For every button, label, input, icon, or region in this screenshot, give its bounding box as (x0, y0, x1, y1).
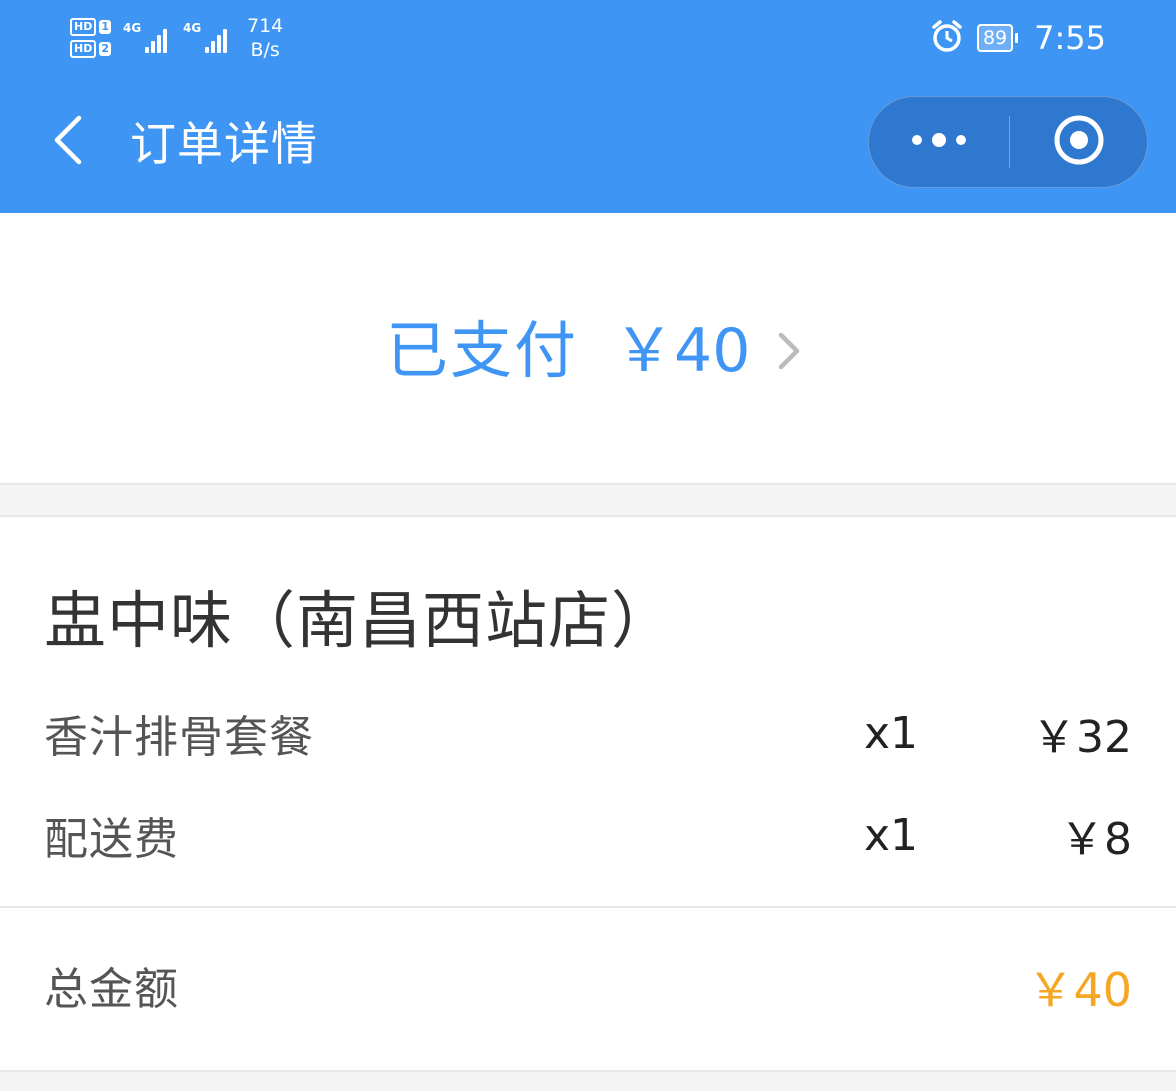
miniprogram-capsule (868, 96, 1148, 188)
signal-icon: 4G (183, 21, 231, 53)
total-label: 总金额 (44, 964, 179, 1015)
battery-level: 89 (976, 24, 1014, 52)
more-button[interactable] (869, 96, 1009, 188)
total-amount: ￥40 (1027, 963, 1132, 1017)
order-item-row: 配送费 x1 ￥8 (44, 803, 1132, 867)
hd-badge: HD (70, 40, 97, 58)
network-type-label: 4G (123, 21, 142, 35)
chevron-left-icon (51, 114, 85, 170)
payment-status-section: 已支付 ￥40 (0, 213, 1176, 483)
hd-badge: HD (70, 18, 97, 36)
nav-bar: 订单详情 (0, 80, 1176, 213)
section-separator (0, 483, 1176, 517)
item-price: ￥8 (1060, 814, 1132, 865)
status-bar-right: 89 7:55 (929, 16, 1106, 60)
sim2-indicator: HD 2 (70, 40, 111, 58)
item-quantity: x1 (864, 809, 919, 861)
clock: 7:55 (1034, 19, 1106, 57)
close-miniprogram-button[interactable] (1010, 96, 1147, 188)
sim-slot-number: 2 (99, 42, 111, 56)
status-bar-left: HD 1 HD 2 4G 4G 714 B/s (70, 8, 283, 68)
status-bar: HD 1 HD 2 4G 4G 714 B/s 89 7:55 (0, 0, 1176, 80)
more-dots-icon (909, 130, 969, 154)
target-circle-icon (1051, 112, 1107, 172)
page-title: 订单详情 (130, 117, 318, 171)
item-name: 香汁排骨套餐 (44, 712, 314, 763)
chevron-right-icon (776, 330, 802, 372)
alarm-icon (929, 18, 965, 58)
sim-slot-number: 1 (99, 20, 111, 34)
total-section: 总金额 ￥40 (0, 908, 1176, 1070)
item-price: ￥32 (1032, 712, 1132, 763)
item-quantity: x1 (864, 707, 919, 759)
payment-amount: ￥40 (614, 316, 751, 386)
network-speed-value: 714 (247, 15, 284, 37)
store-name: 盅中味（南昌西站店） (44, 584, 675, 657)
sim-indicators: HD 1 HD 2 (70, 18, 111, 58)
sim1-indicator: HD 1 (70, 18, 111, 36)
order-item-row: 香汁排骨套餐 x1 ￥32 (44, 701, 1132, 765)
battery-icon: 89 (976, 24, 1019, 52)
back-button[interactable] (38, 110, 98, 174)
order-details-section: 盅中味（南昌西站店） 香汁排骨套餐 x1 ￥32 配送费 x1 ￥8 (0, 517, 1176, 907)
network-type-label: 4G (183, 21, 202, 35)
payment-status-link[interactable]: 已支付 ￥40 (386, 313, 802, 389)
page-bottom-band (0, 1072, 1176, 1091)
signal-icon: 4G (123, 21, 171, 53)
item-name: 配送费 (44, 814, 179, 865)
network-speed-unit: B/s (250, 39, 280, 61)
network-speed: 714 B/s (247, 14, 283, 62)
payment-status-text: 已支付 (386, 314, 579, 387)
